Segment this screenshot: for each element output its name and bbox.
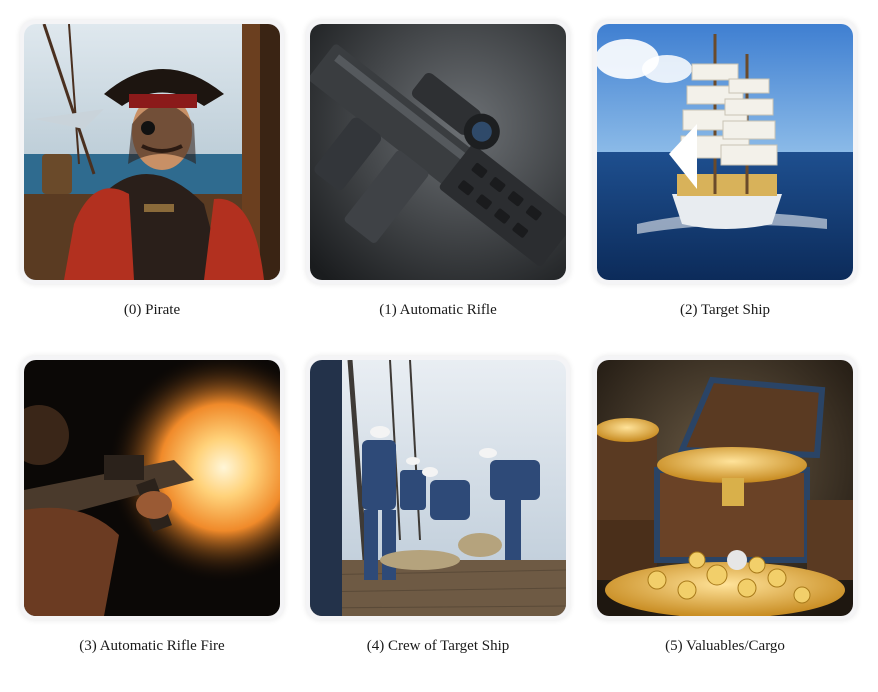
- rifle-fire-illustration: [24, 360, 280, 616]
- panel-crew-of-target-ship: (4) Crew of Target Ship: [306, 356, 570, 654]
- panel-pirate: (0) Pirate: [20, 20, 284, 318]
- panel-automatic-rifle: (1) Automatic Rifle: [306, 20, 570, 318]
- panel-valuables-cargo: (5) Valuables/Cargo: [593, 356, 857, 654]
- caption-pirate: (0) Pirate: [123, 302, 181, 318]
- target-ship-image: [593, 20, 857, 284]
- crew-illustration: [310, 360, 566, 616]
- automatic-rifle-image: [306, 20, 570, 284]
- treasure-illustration: [597, 360, 853, 616]
- panel-automatic-rifle-fire: (3) Automatic Rifle Fire: [20, 356, 284, 654]
- caption-automatic-rifle-fire: (3) Automatic Rifle Fire: [79, 638, 225, 654]
- caption-crew-of-target-ship: (4) Crew of Target Ship: [366, 638, 510, 654]
- crew-image: [306, 356, 570, 620]
- caption-automatic-rifle: (1) Automatic Rifle: [379, 302, 497, 318]
- image-grid: (0) Pirate (1) Automatic Rifle (2) Targe…: [0, 0, 878, 692]
- caption-target-ship: (2) Target Ship: [679, 302, 771, 318]
- pirate-image: [20, 20, 284, 284]
- ship-illustration: [597, 24, 853, 280]
- pirate-illustration: [24, 24, 280, 280]
- panel-target-ship: (2) Target Ship: [593, 20, 857, 318]
- valuables-cargo-image: [593, 356, 857, 620]
- rifle-illustration: [310, 24, 566, 280]
- caption-valuables-cargo: (5) Valuables/Cargo: [665, 638, 785, 654]
- automatic-rifle-fire-image: [20, 356, 284, 620]
